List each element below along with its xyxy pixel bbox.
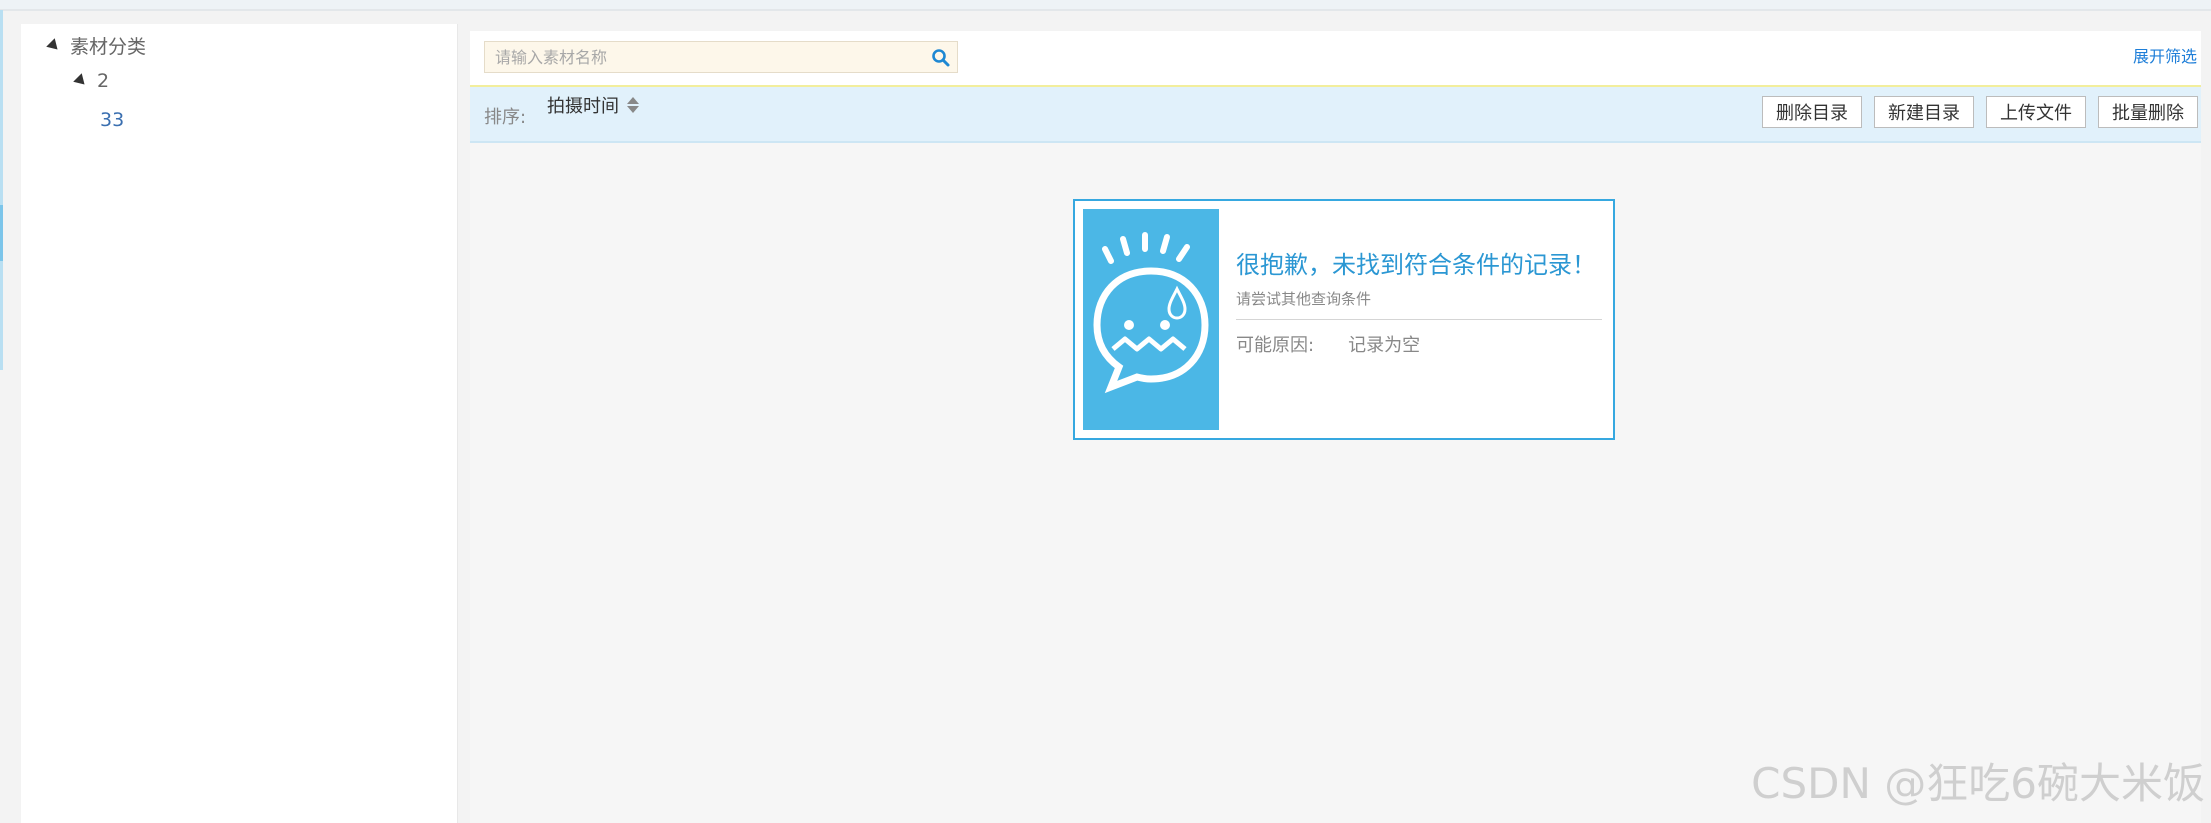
empty-state-card: 很抱歉，未找到符合条件的记录！ 请尝试其他查询条件 可能原因: 记录为空 <box>1073 199 1615 440</box>
delete-directory-button[interactable]: 删除目录 <box>1762 96 1862 128</box>
tree-node-33[interactable]: 33 <box>100 109 124 131</box>
batch-delete-button[interactable]: 批量删除 <box>2098 96 2198 128</box>
tree-node-label: 33 <box>100 109 125 131</box>
top-bar <box>0 0 2211 11</box>
sort-label: 排序: <box>484 107 527 128</box>
tree-node-label: 素材分类 <box>70 36 147 58</box>
reason-value: 记录为空 <box>1348 335 1421 356</box>
tree-node-2[interactable]: 2 <box>73 70 110 92</box>
expand-triangle-icon[interactable] <box>46 37 62 54</box>
search-box <box>484 41 958 73</box>
tree-node-root[interactable]: 素材分类 <box>46 32 147 59</box>
empty-state-reason: 可能原因: 记录为空 <box>1236 331 1420 357</box>
divider <box>1236 319 1602 320</box>
empty-state-subtitle: 请尝试其他查询条件 <box>1236 290 1372 308</box>
upload-file-button[interactable]: 上传文件 <box>1986 96 2086 128</box>
left-edge-strip <box>0 10 3 370</box>
search-input[interactable] <box>485 42 925 72</box>
search-row: 展开筛选 <box>470 31 2201 85</box>
sort-icon[interactable] <box>627 97 639 113</box>
main-panel: 展开筛选 排序: 拍摄时间 删除目录 新建目录 上传文件 批量删除 <box>470 31 2201 823</box>
sort-field-label: 拍摄时间 <box>547 96 619 117</box>
watermark: CSDN @狂吃6碗大米饭 <box>1751 759 2205 808</box>
tree-node-label: 2 <box>97 70 110 92</box>
search-icon[interactable] <box>931 48 951 68</box>
expand-filter-link[interactable]: 展开筛选 <box>2133 43 2197 67</box>
sad-face-icon <box>1083 209 1219 430</box>
toolbar: 排序: 拍摄时间 删除目录 新建目录 上传文件 批量删除 <box>470 87 2201 143</box>
expand-triangle-icon[interactable] <box>73 73 89 89</box>
sort-by-shoot-time[interactable]: 拍摄时间 <box>547 92 639 118</box>
reason-label: 可能原因: <box>1236 335 1315 356</box>
empty-state-title: 很抱歉，未找到符合条件的记录！ <box>1236 251 1596 279</box>
category-sidebar: 素材分类 2 33 <box>21 24 458 823</box>
new-directory-button[interactable]: 新建目录 <box>1874 96 1974 128</box>
toolbar-buttons: 删除目录 新建目录 上传文件 批量删除 <box>1762 96 2198 128</box>
